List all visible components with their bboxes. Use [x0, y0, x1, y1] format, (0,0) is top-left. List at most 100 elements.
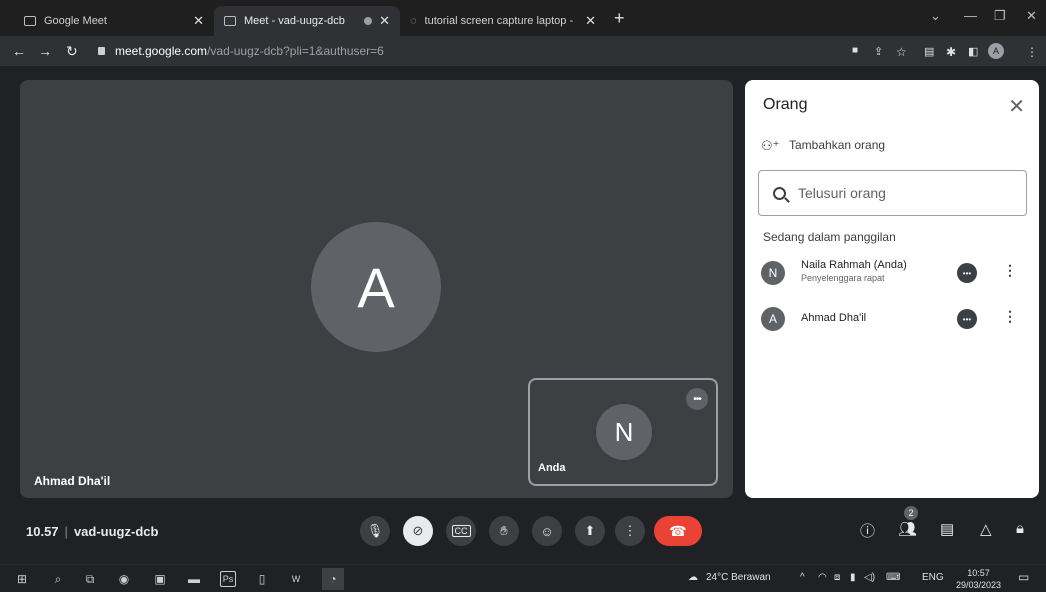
camera-off-icon: ⊘ — [412, 523, 424, 538]
tab-tutorial[interactable]: ◌ tutorial screen capture laptop - I ✕ — [400, 6, 606, 36]
chat-icon: ▤ — [940, 521, 955, 538]
volume-icon[interactable]: ◁) — [864, 572, 875, 583]
emoji-icon: ☺ — [540, 523, 554, 539]
reactions-button[interactable]: ☺ — [532, 516, 562, 546]
more-actions-icon[interactable]: ••• — [957, 263, 977, 283]
participants-count-badge: 2 — [904, 506, 918, 520]
activities-button[interactable]: △ — [980, 520, 992, 538]
microphone-tray-icon[interactable]: ▮ — [850, 572, 856, 583]
hand-icon: ✋︎ — [500, 523, 508, 538]
meet-icon — [24, 16, 36, 26]
chrome-app-icon[interactable]: ◉ — [116, 571, 132, 587]
chat-button[interactable]: ▤ — [940, 520, 954, 538]
profile-avatar[interactable]: A — [988, 43, 1004, 59]
browser-menu-icon[interactable]: ⋮ — [1026, 45, 1038, 59]
camera-icon[interactable]: ■ — [852, 45, 864, 57]
notifications-icon[interactable]: ▭ — [1018, 570, 1029, 584]
tray-overflow-icon[interactable]: ^ — [800, 572, 805, 583]
person-name: Naila Rahmah (Anda) — [801, 259, 907, 271]
side-panel-icon[interactable]: ◧ — [968, 45, 980, 58]
raise-hand-button[interactable]: ✋︎ — [489, 516, 519, 546]
person-role: Penyelenggara rapat — [801, 273, 885, 283]
windows-start-icon[interactable]: ⊞ — [14, 571, 30, 587]
close-icon[interactable]: ✕ — [379, 13, 390, 29]
address-bar[interactable]: meet.google.com /vad-uugz-dcb?pli=1&auth… — [92, 40, 832, 62]
extensions-puzzle-icon[interactable]: ✱ — [946, 45, 958, 59]
taskbar-clock[interactable]: 10:57 29/03/2023 — [956, 567, 1001, 591]
avatar: A — [761, 307, 785, 331]
more-options-icon[interactable]: ••• — [686, 388, 708, 410]
window-close-button[interactable]: ✕ — [1026, 8, 1037, 24]
share-icon[interactable]: ⇪ — [874, 45, 886, 58]
clock-time: 10:57 — [967, 568, 990, 578]
self-video-tile[interactable]: ••• N Anda — [528, 378, 718, 486]
restore-button[interactable]: ❐ — [994, 8, 1006, 24]
info-icon: ⓘ — [860, 523, 876, 540]
tab-meet-call[interactable]: Meet - vad-uugz-dcb ✕ — [214, 6, 400, 36]
meeting-code: vad-uugz-dcb — [73, 524, 159, 539]
people-button[interactable]: 👥︎ — [898, 520, 917, 538]
participant-name: Ahmad Dha'il — [34, 474, 111, 488]
tab-title: Meet - vad-uugz-dcb — [244, 15, 345, 27]
more-options-button[interactable]: ⋮ — [615, 516, 645, 546]
person-name: Ahmad Dha'il — [801, 312, 867, 324]
line-app-icon[interactable]: ▣ — [152, 571, 168, 587]
language-indicator[interactable]: ENG — [922, 572, 944, 583]
address-bar-row: ← → ↻ meet.google.com /vad-uugz-dcb?pli=… — [0, 36, 1046, 66]
add-people-button[interactable]: ⚇⁺ Tambahkan orang — [761, 138, 885, 153]
weather-icon: ☁ — [688, 572, 698, 583]
recording-indicator-icon — [364, 17, 372, 25]
keyboard-icon[interactable]: ⌨ — [886, 572, 900, 583]
photoshop-icon[interactable]: Ps — [220, 571, 236, 587]
forward-button[interactable]: → — [38, 43, 52, 59]
close-icon[interactable]: ✕ — [585, 13, 596, 29]
camera-off-button[interactable]: ⊘ — [403, 516, 433, 546]
browser-tab-bar: Google Meet ✕ Meet - vad-uugz-dcb ✕ ◌ tu… — [0, 0, 1046, 36]
search-placeholder: Telusuri orang — [798, 185, 886, 201]
task-view-icon[interactable]: ⧉ — [82, 571, 98, 587]
windows-taskbar: ⊞ ⌕ ⧉ ◉ ▣ ▬ Ps ▯ W ◔ ☁ 24°C Berawan ^ ◠ … — [0, 564, 1046, 592]
network-icon[interactable]: ◠ — [818, 572, 827, 583]
host-controls-button[interactable]: 🔒︎ — [1016, 520, 1024, 537]
back-button[interactable]: ← — [12, 43, 26, 59]
self-name: Anda — [538, 462, 566, 474]
leave-call-button[interactable]: ☎︎ — [654, 516, 702, 546]
new-tab-button[interactable]: + — [614, 8, 625, 29]
search-icon[interactable]: ⌕ — [50, 571, 66, 587]
list-item: A Ahmad Dha'il ••• ⋮ — [761, 302, 1023, 336]
app-icon[interactable]: ▯ — [254, 571, 270, 587]
word-icon[interactable]: W — [288, 571, 304, 587]
file-explorer-icon[interactable]: ▬ — [186, 571, 202, 587]
close-icon[interactable]: ✕ — [193, 13, 204, 29]
activities-icon: △ — [980, 521, 992, 538]
tab-search-icon[interactable]: ⌄ — [930, 8, 941, 24]
meeting-details-button[interactable]: ⓘ — [860, 520, 875, 541]
kebab-menu-icon[interactable]: ⋮ — [1003, 262, 1017, 279]
search-people-input[interactable]: Telusuri orang — [758, 170, 1027, 216]
avatar: N — [761, 261, 785, 285]
url-host: meet.google.com — [115, 44, 208, 58]
screen-recorder-icon[interactable]: ◔ — [322, 568, 344, 590]
bookmark-star-icon[interactable]: ☆ — [896, 45, 908, 59]
meeting-info: 10.57 | vad-uugz-dcb — [26, 524, 159, 539]
close-panel-button[interactable]: ✕ — [1008, 94, 1025, 119]
microphone-button[interactable]: 🎙︎ — [360, 516, 390, 546]
meet-icon — [224, 16, 236, 26]
kebab-menu-icon[interactable]: ⋮ — [1003, 308, 1017, 325]
url-path: /vad-uugz-dcb?pli=1&authuser=6 — [207, 44, 384, 58]
participant-avatar: A — [311, 222, 441, 352]
document-extension-icon[interactable]: ▤ — [924, 45, 936, 58]
meeting-controls-bar: 10.57 | vad-uugz-dcb 🎙︎ ⊘ CC ✋︎ ☺ ⬆ ⋮ ☎︎ ⓘ… — [0, 504, 1046, 560]
minimize-button[interactable]: — — [964, 8, 977, 23]
weather-text[interactable]: 24°C Berawan — [706, 572, 771, 583]
captions-button[interactable]: CC — [446, 516, 476, 546]
reload-button[interactable]: ↻ — [66, 43, 78, 60]
present-screen-button[interactable]: ⬆ — [575, 516, 605, 546]
add-person-icon: ⚇⁺ — [761, 138, 780, 153]
meeting-time: 10.57 — [26, 524, 59, 539]
more-actions-icon[interactable]: ••• — [957, 309, 977, 329]
hang-up-icon: ☎︎ — [669, 522, 687, 539]
in-call-section-label: Sedang dalam panggilan — [763, 230, 896, 244]
tab-google-meet[interactable]: Google Meet ✕ — [14, 6, 214, 36]
meet-tray-icon[interactable]: ⧈ — [834, 572, 840, 583]
